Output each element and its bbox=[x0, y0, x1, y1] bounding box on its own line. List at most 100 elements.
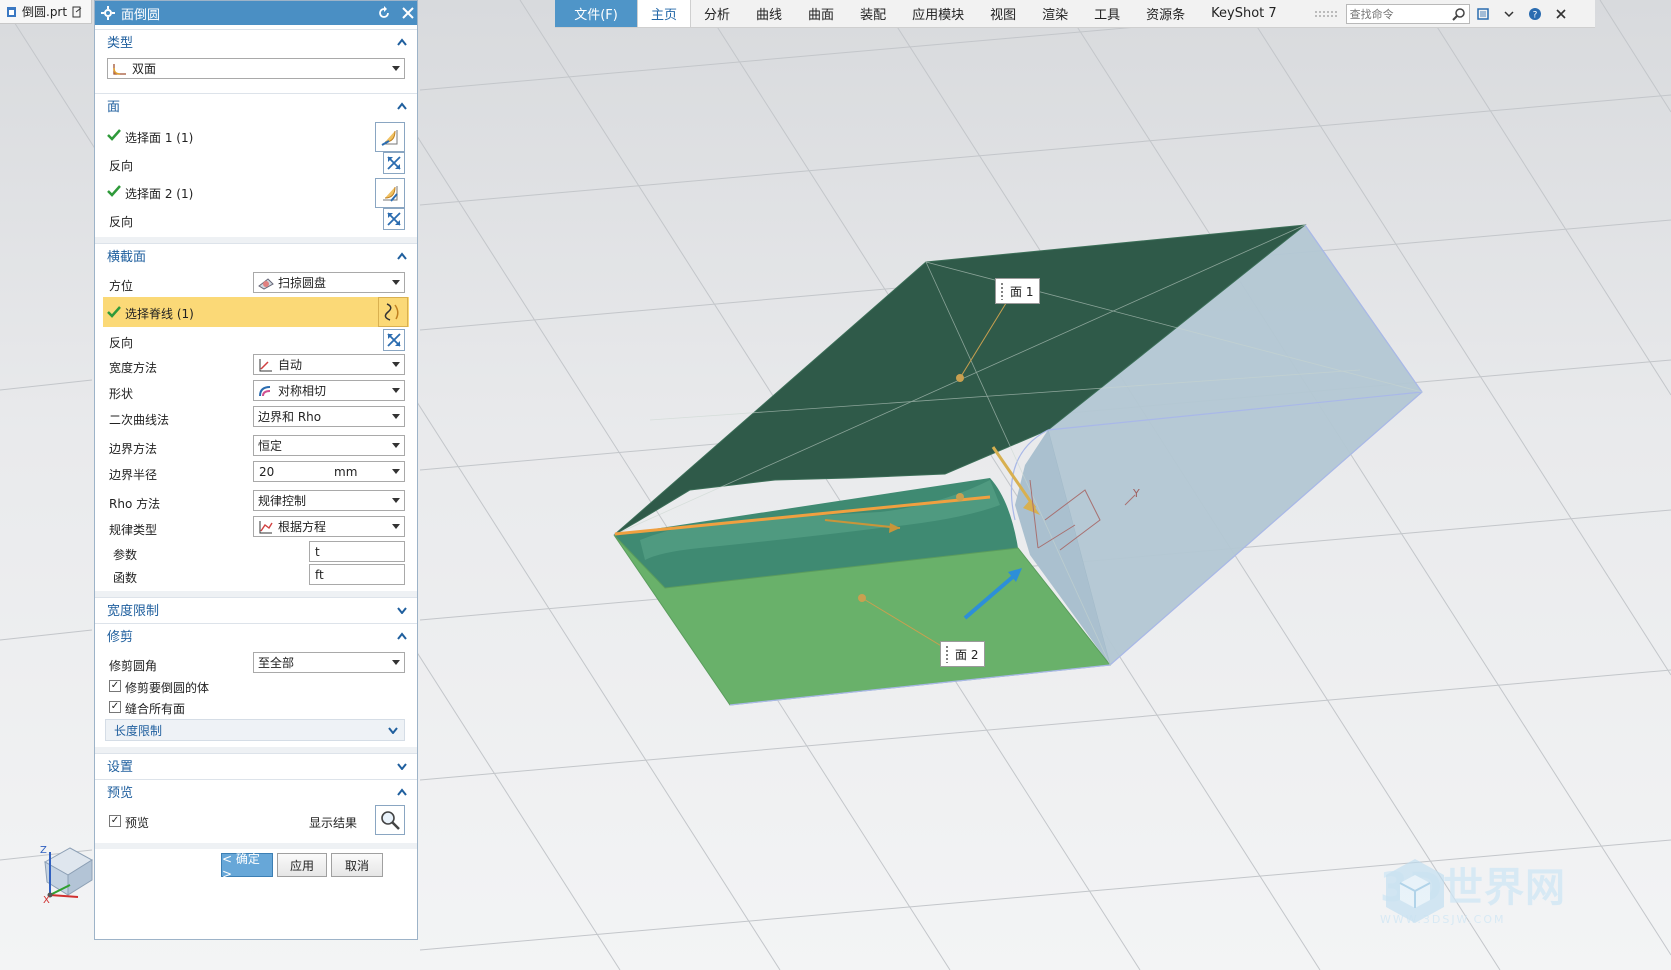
tab-curve[interactable]: 曲线 bbox=[743, 0, 795, 27]
preview-checkbox[interactable]: ✓ bbox=[109, 815, 121, 827]
select-face-1-label[interactable]: 选择面 1 (1) bbox=[125, 129, 193, 146]
close-icon[interactable] bbox=[1548, 0, 1574, 27]
width-method-select[interactable]: 自动 bbox=[253, 354, 405, 375]
tab-surface[interactable]: 曲面 bbox=[795, 0, 847, 27]
part-file-icon bbox=[7, 6, 16, 17]
tab-home[interactable]: 主页 bbox=[637, 0, 692, 27]
chevron-down-icon[interactable] bbox=[388, 726, 398, 734]
reverse-2-button[interactable] bbox=[383, 208, 405, 230]
select-face-2-label[interactable]: 选择面 2 (1) bbox=[125, 185, 193, 202]
file-menu-tab[interactable]: 文件(F) bbox=[555, 0, 637, 27]
section-settings-title: 设置 bbox=[107, 760, 134, 775]
chevron-down-icon[interactable] bbox=[397, 762, 407, 770]
trim-fillet-select[interactable]: 至全部 bbox=[253, 652, 405, 673]
section-width-limit-header[interactable]: 宽度限制 bbox=[95, 597, 417, 621]
select-spine-button[interactable] bbox=[378, 297, 408, 327]
dialog-close-icon[interactable] bbox=[399, 4, 417, 22]
tab-analysis[interactable]: 分析 bbox=[691, 0, 743, 27]
search-icon[interactable] bbox=[1451, 7, 1466, 21]
trim-body-checkbox[interactable]: ✓ bbox=[109, 680, 121, 692]
function-label: 函数 bbox=[113, 571, 138, 585]
function-input[interactable]: ft bbox=[309, 564, 405, 585]
section-type-header[interactable]: 类型 bbox=[95, 29, 417, 53]
section-preview-header[interactable]: 预览 bbox=[95, 779, 417, 803]
chevron-down-icon bbox=[392, 362, 400, 367]
select-face-2-button[interactable] bbox=[375, 178, 405, 208]
reverse-1-button[interactable] bbox=[383, 152, 405, 174]
section-width-limit-title: 宽度限制 bbox=[107, 604, 160, 619]
show-result-button[interactable] bbox=[375, 805, 405, 835]
callout-grip bbox=[1000, 282, 1004, 300]
grip-icon[interactable] bbox=[1314, 0, 1342, 27]
parameter-label: 参数 bbox=[113, 548, 138, 562]
conic-method-select[interactable]: 边界和 Rho bbox=[253, 406, 405, 427]
tab-render[interactable]: 渲染 bbox=[1029, 0, 1081, 27]
length-limit-subsection[interactable]: 长度限制 bbox=[105, 719, 405, 741]
cancel-button[interactable]: 取消 bbox=[331, 853, 383, 877]
reverse-1-label: 反向 bbox=[109, 159, 134, 173]
section-settings-header[interactable]: 设置 bbox=[95, 753, 417, 777]
gear-icon bbox=[101, 6, 115, 20]
swept-disc-icon bbox=[258, 277, 274, 290]
dialog-title-bar[interactable]: 面倒圆 bbox=[95, 1, 417, 25]
callout-face-2[interactable]: 面 2 bbox=[940, 641, 986, 667]
shape-label: 形状 bbox=[109, 387, 134, 401]
tab-resource-bar[interactable]: 资源条 bbox=[1133, 0, 1198, 27]
law-type-select[interactable]: 根据方程 bbox=[253, 516, 405, 537]
chevron-up-icon[interactable] bbox=[397, 101, 407, 110]
reverse-direction-icon bbox=[387, 156, 401, 170]
type-select[interactable]: 双面 bbox=[107, 58, 405, 79]
chevron-down-icon[interactable] bbox=[392, 469, 400, 474]
rho-method-select[interactable]: 规律控制 bbox=[253, 490, 405, 511]
chevron-up-icon[interactable] bbox=[397, 251, 407, 260]
select-spine-label[interactable]: 选择脊线 (1) bbox=[125, 305, 194, 322]
section-face-header[interactable]: 面 bbox=[95, 93, 417, 117]
reverse-spine-button[interactable] bbox=[383, 329, 405, 351]
chevron-down-icon[interactable] bbox=[397, 606, 407, 614]
command-search-input[interactable] bbox=[1346, 5, 1447, 23]
ribbon-bar: 文件(F) 主页 分析 曲线 曲面 装配 应用模块 视图 渲染 工具 资源条 K… bbox=[555, 0, 1595, 28]
triad-z-label: Z bbox=[40, 845, 47, 856]
callout-face-1[interactable]: 面 1 bbox=[995, 278, 1041, 304]
tab-keyshot[interactable]: KeyShot 7 bbox=[1198, 0, 1290, 27]
select-face-1-button[interactable] bbox=[375, 122, 405, 152]
law-type-label: 规律类型 bbox=[109, 523, 158, 537]
boundary-radius-input[interactable]: 20 mm bbox=[253, 461, 405, 482]
watermark: 3D世界网 WWW.3DSJW.COM bbox=[1380, 855, 1566, 926]
triad-x-label: X bbox=[43, 895, 50, 906]
orientation-select[interactable]: 扫掠圆盘 bbox=[253, 272, 405, 293]
command-search[interactable] bbox=[1345, 4, 1470, 24]
sew-faces-checkbox[interactable]: ✓ bbox=[109, 701, 121, 713]
boundary-radius-unit: mm bbox=[334, 464, 358, 479]
chevron-up-icon[interactable] bbox=[397, 787, 407, 796]
shape-select[interactable]: 对称相切 bbox=[253, 380, 405, 401]
tab-view[interactable]: 视图 bbox=[977, 0, 1029, 27]
callout-1-anchor bbox=[956, 374, 964, 382]
tab-tools[interactable]: 工具 bbox=[1081, 0, 1133, 27]
csys-y-label: Y bbox=[1132, 487, 1140, 500]
section-cross-section-header[interactable]: 横截面 bbox=[95, 243, 417, 267]
callout-2-anchor bbox=[858, 594, 866, 602]
conic-method-value: 边界和 Rho bbox=[258, 410, 322, 424]
chevron-up-icon[interactable] bbox=[397, 631, 407, 640]
view-triad[interactable] bbox=[43, 847, 93, 898]
chevron-up-icon[interactable] bbox=[397, 37, 407, 46]
window-restore-icon[interactable] bbox=[1470, 0, 1496, 27]
ok-button[interactable]: < 确定 > bbox=[221, 852, 273, 881]
face-blend-dialog: 面倒圆 类型 双面 面 选择面 1 (1) 反向 选择面 2 (1) 反向 横截… bbox=[94, 0, 418, 940]
tab-application[interactable]: 应用模块 bbox=[899, 0, 977, 27]
apply-button[interactable]: 应用 bbox=[277, 853, 327, 877]
section-trim-title: 修剪 bbox=[107, 630, 134, 645]
orientation-value: 扫掠圆盘 bbox=[278, 276, 327, 290]
section-trim-header[interactable]: 修剪 bbox=[95, 623, 417, 647]
help-icon[interactable]: ? bbox=[1522, 0, 1548, 27]
chevron-down-icon bbox=[392, 524, 400, 529]
ribbon-collapse-icon[interactable] bbox=[1496, 0, 1522, 27]
face-select-icon bbox=[381, 130, 398, 146]
reverse-direction-icon bbox=[387, 212, 401, 226]
boundary-method-select[interactable]: 恒定 bbox=[253, 435, 405, 456]
parameter-input[interactable]: t bbox=[309, 541, 405, 562]
tab-assembly[interactable]: 装配 bbox=[847, 0, 899, 27]
document-tab[interactable]: 倒圆.prt bbox=[0, 0, 92, 24]
reset-icon[interactable] bbox=[375, 4, 393, 22]
